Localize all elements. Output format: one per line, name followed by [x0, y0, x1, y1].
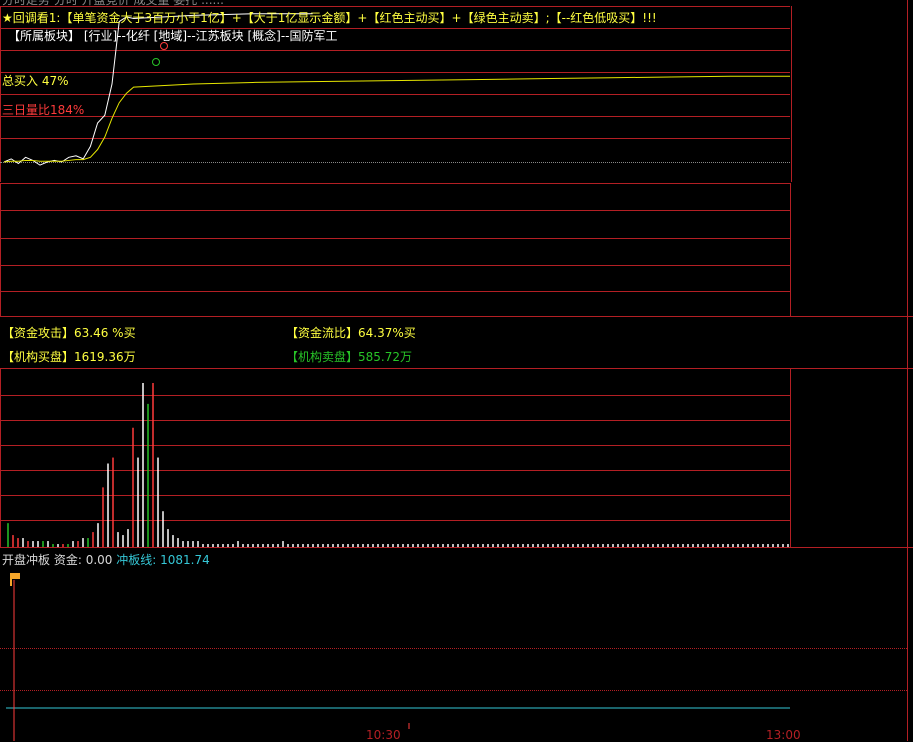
time-label-1030: 10:30: [366, 728, 401, 742]
formula-part: 【--红色低吸买】!!!: [549, 11, 657, 25]
capital-flow-value: 64.37%买: [358, 326, 416, 340]
capital-attack-value: 63.46 %买: [74, 326, 136, 340]
bottom-indicator-name: 开盘冲板: [2, 553, 51, 567]
time-label-1300: 13:00: [766, 728, 801, 742]
inst-buy-label: 【机构买盘】: [2, 350, 75, 364]
capital-flow-label: 【资金流比】: [286, 326, 359, 340]
formula-parts: 1:【单笔资金大于3百万小于1亿】+【大于1亿显示金额】+【红色主动买】+【绿色…: [49, 11, 657, 25]
star-icon: ★: [2, 11, 13, 25]
indicator-formula: ★回调看1:【单笔资金大于3百万小于1亿】+【大于1亿显示金额】+【红色主动买】…: [2, 9, 657, 26]
inst-buy: 【机构买盘】1619.36万: [2, 348, 136, 365]
formula-part: 【绿色主动卖】;: [461, 11, 550, 25]
formula-part: 【红色主动买】+: [367, 11, 462, 25]
capital-attack-label: 【资金攻击】: [2, 326, 75, 340]
bottom-indicator-header: 开盘冲板 资金: 0.00 冲板线: 1081.74: [2, 551, 210, 568]
formula-part: 【大于1亿显示金额】+: [241, 11, 368, 25]
inst-sell-value: 585.72万: [358, 350, 413, 364]
capital-attack: 【资金攻击】63.46 %买: [2, 324, 136, 341]
indicator-title: 回调看: [12, 11, 49, 25]
volume-ratio-label: 三日量比184%: [2, 103, 85, 117]
sell-signal-marker: [152, 58, 160, 66]
chart-canvas: [3, 13, 790, 741]
inst-sell-label: 【机构卖盘】: [286, 350, 359, 364]
fund-line-value: 1081.74: [160, 553, 210, 567]
inst-buy-value: 1619.36万: [74, 350, 136, 364]
fund-label: 资金:: [53, 553, 82, 567]
buy-total-label: 总买入 47%: [2, 74, 69, 88]
formula-part: 1:【单笔资金大于3百万小于1亿】+: [48, 11, 242, 25]
capital-flow: 【资金流比】64.37%买: [286, 324, 416, 341]
fund-value: 0.00: [85, 553, 113, 567]
fund-line-label: 冲板线:: [116, 553, 157, 567]
inst-sell: 【机构卖盘】585.72万: [286, 348, 412, 365]
flag-icon: [8, 571, 22, 590]
avg-line: [3, 75, 790, 163]
sector-line: 【所属板块】 [行业]--化纤 [地域]--江苏板块 [概念]--国防军工: [8, 29, 338, 43]
